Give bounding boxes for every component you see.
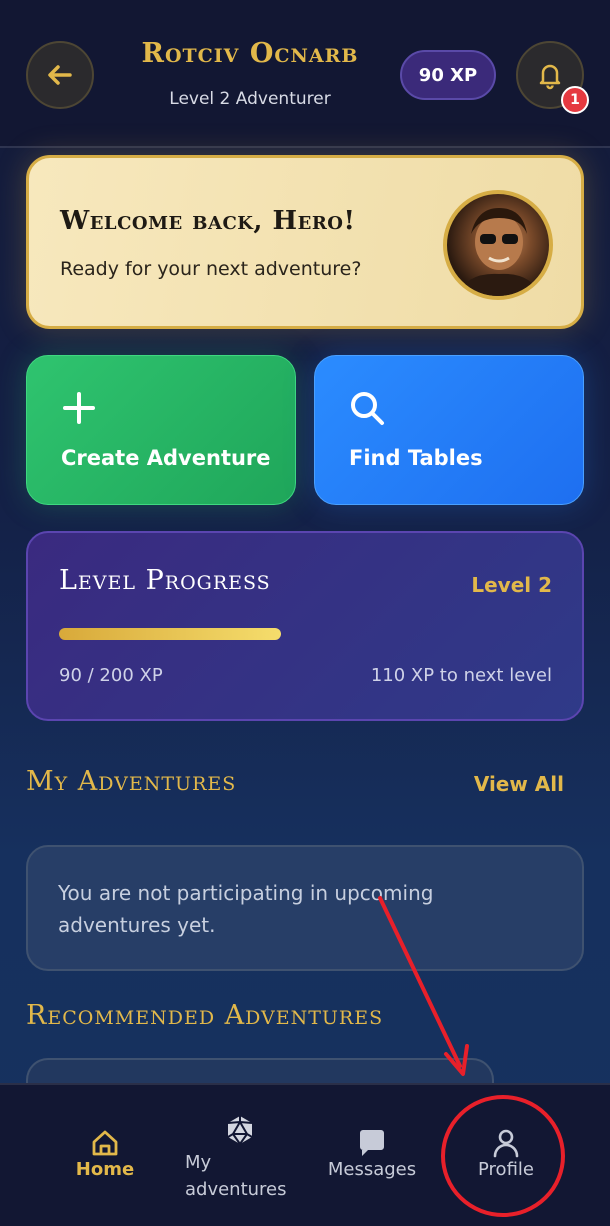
plus-icon — [63, 392, 95, 424]
find-tables-button[interactable]: Find Tables — [314, 355, 584, 505]
nav-home[interactable]: Home — [65, 1127, 145, 1180]
create-adventure-button[interactable]: Create Adventure — [26, 355, 296, 505]
xp-to-next-level: 110 XP to next level — [370, 665, 552, 686]
nav-messages[interactable]: Messages — [320, 1127, 424, 1180]
chat-bubble-icon — [360, 1130, 384, 1156]
avatar[interactable] — [443, 190, 553, 300]
current-level: Level 2 — [471, 573, 552, 597]
arrow-left-icon — [48, 65, 72, 85]
user-level: Level 2 Adventurer — [169, 89, 331, 109]
back-button[interactable] — [26, 41, 94, 109]
welcome-card: Welcome back, Hero! Ready for your next … — [26, 155, 584, 329]
notification-count-badge: 1 — [561, 86, 589, 114]
xp-progress-fill — [59, 628, 282, 640]
app-header: Rotciv Ocnarb Level 2 Adventurer 90 XP 1 — [0, 0, 610, 148]
create-adventure-label: Create Adventure — [61, 446, 271, 470]
find-tables-label: Find Tables — [349, 446, 483, 470]
nav-my-adventures-label: My adventures — [185, 1152, 287, 1200]
xp-badge[interactable]: 90 XP — [400, 50, 496, 100]
welcome-subtitle: Ready for your next adventure? — [60, 258, 362, 280]
xp-progress-bar — [59, 628, 553, 640]
nav-home-label: Home — [75, 1159, 135, 1180]
bell-icon — [539, 64, 561, 90]
nav-profile-label: Profile — [478, 1159, 534, 1180]
nav-messages-label: Messages — [327, 1159, 417, 1180]
welcome-title: Welcome back, Hero! — [60, 206, 356, 236]
user-icon — [493, 1129, 519, 1158]
avatar-photo — [457, 208, 541, 296]
recommended-adventures-title: Recommended Adventures — [26, 1000, 384, 1031]
level-progress-title: Level Progress — [59, 565, 271, 596]
d20-dice-icon — [227, 1116, 253, 1145]
view-all-link[interactable]: View All — [474, 772, 564, 796]
nav-profile[interactable]: Profile — [466, 1127, 546, 1180]
home-icon — [92, 1130, 118, 1156]
user-name: Rotciv Ocnarb — [141, 38, 359, 69]
search-icon — [351, 392, 384, 425]
xp-current: 90 / 200 XP — [59, 665, 163, 686]
my-adventures-empty-state: You are not participating in upcoming ad… — [26, 845, 584, 971]
level-progress-card: Level Progress Level 2 90 / 200 XP 110 X… — [26, 531, 584, 721]
my-adventures-title: My Adventures — [26, 766, 237, 797]
bottom-navigation: Home My adventures Messages Profile — [0, 1083, 610, 1226]
empty-state-text: You are not participating in upcoming ad… — [58, 881, 434, 937]
nav-my-adventures[interactable]: My adventures — [185, 1113, 295, 1203]
